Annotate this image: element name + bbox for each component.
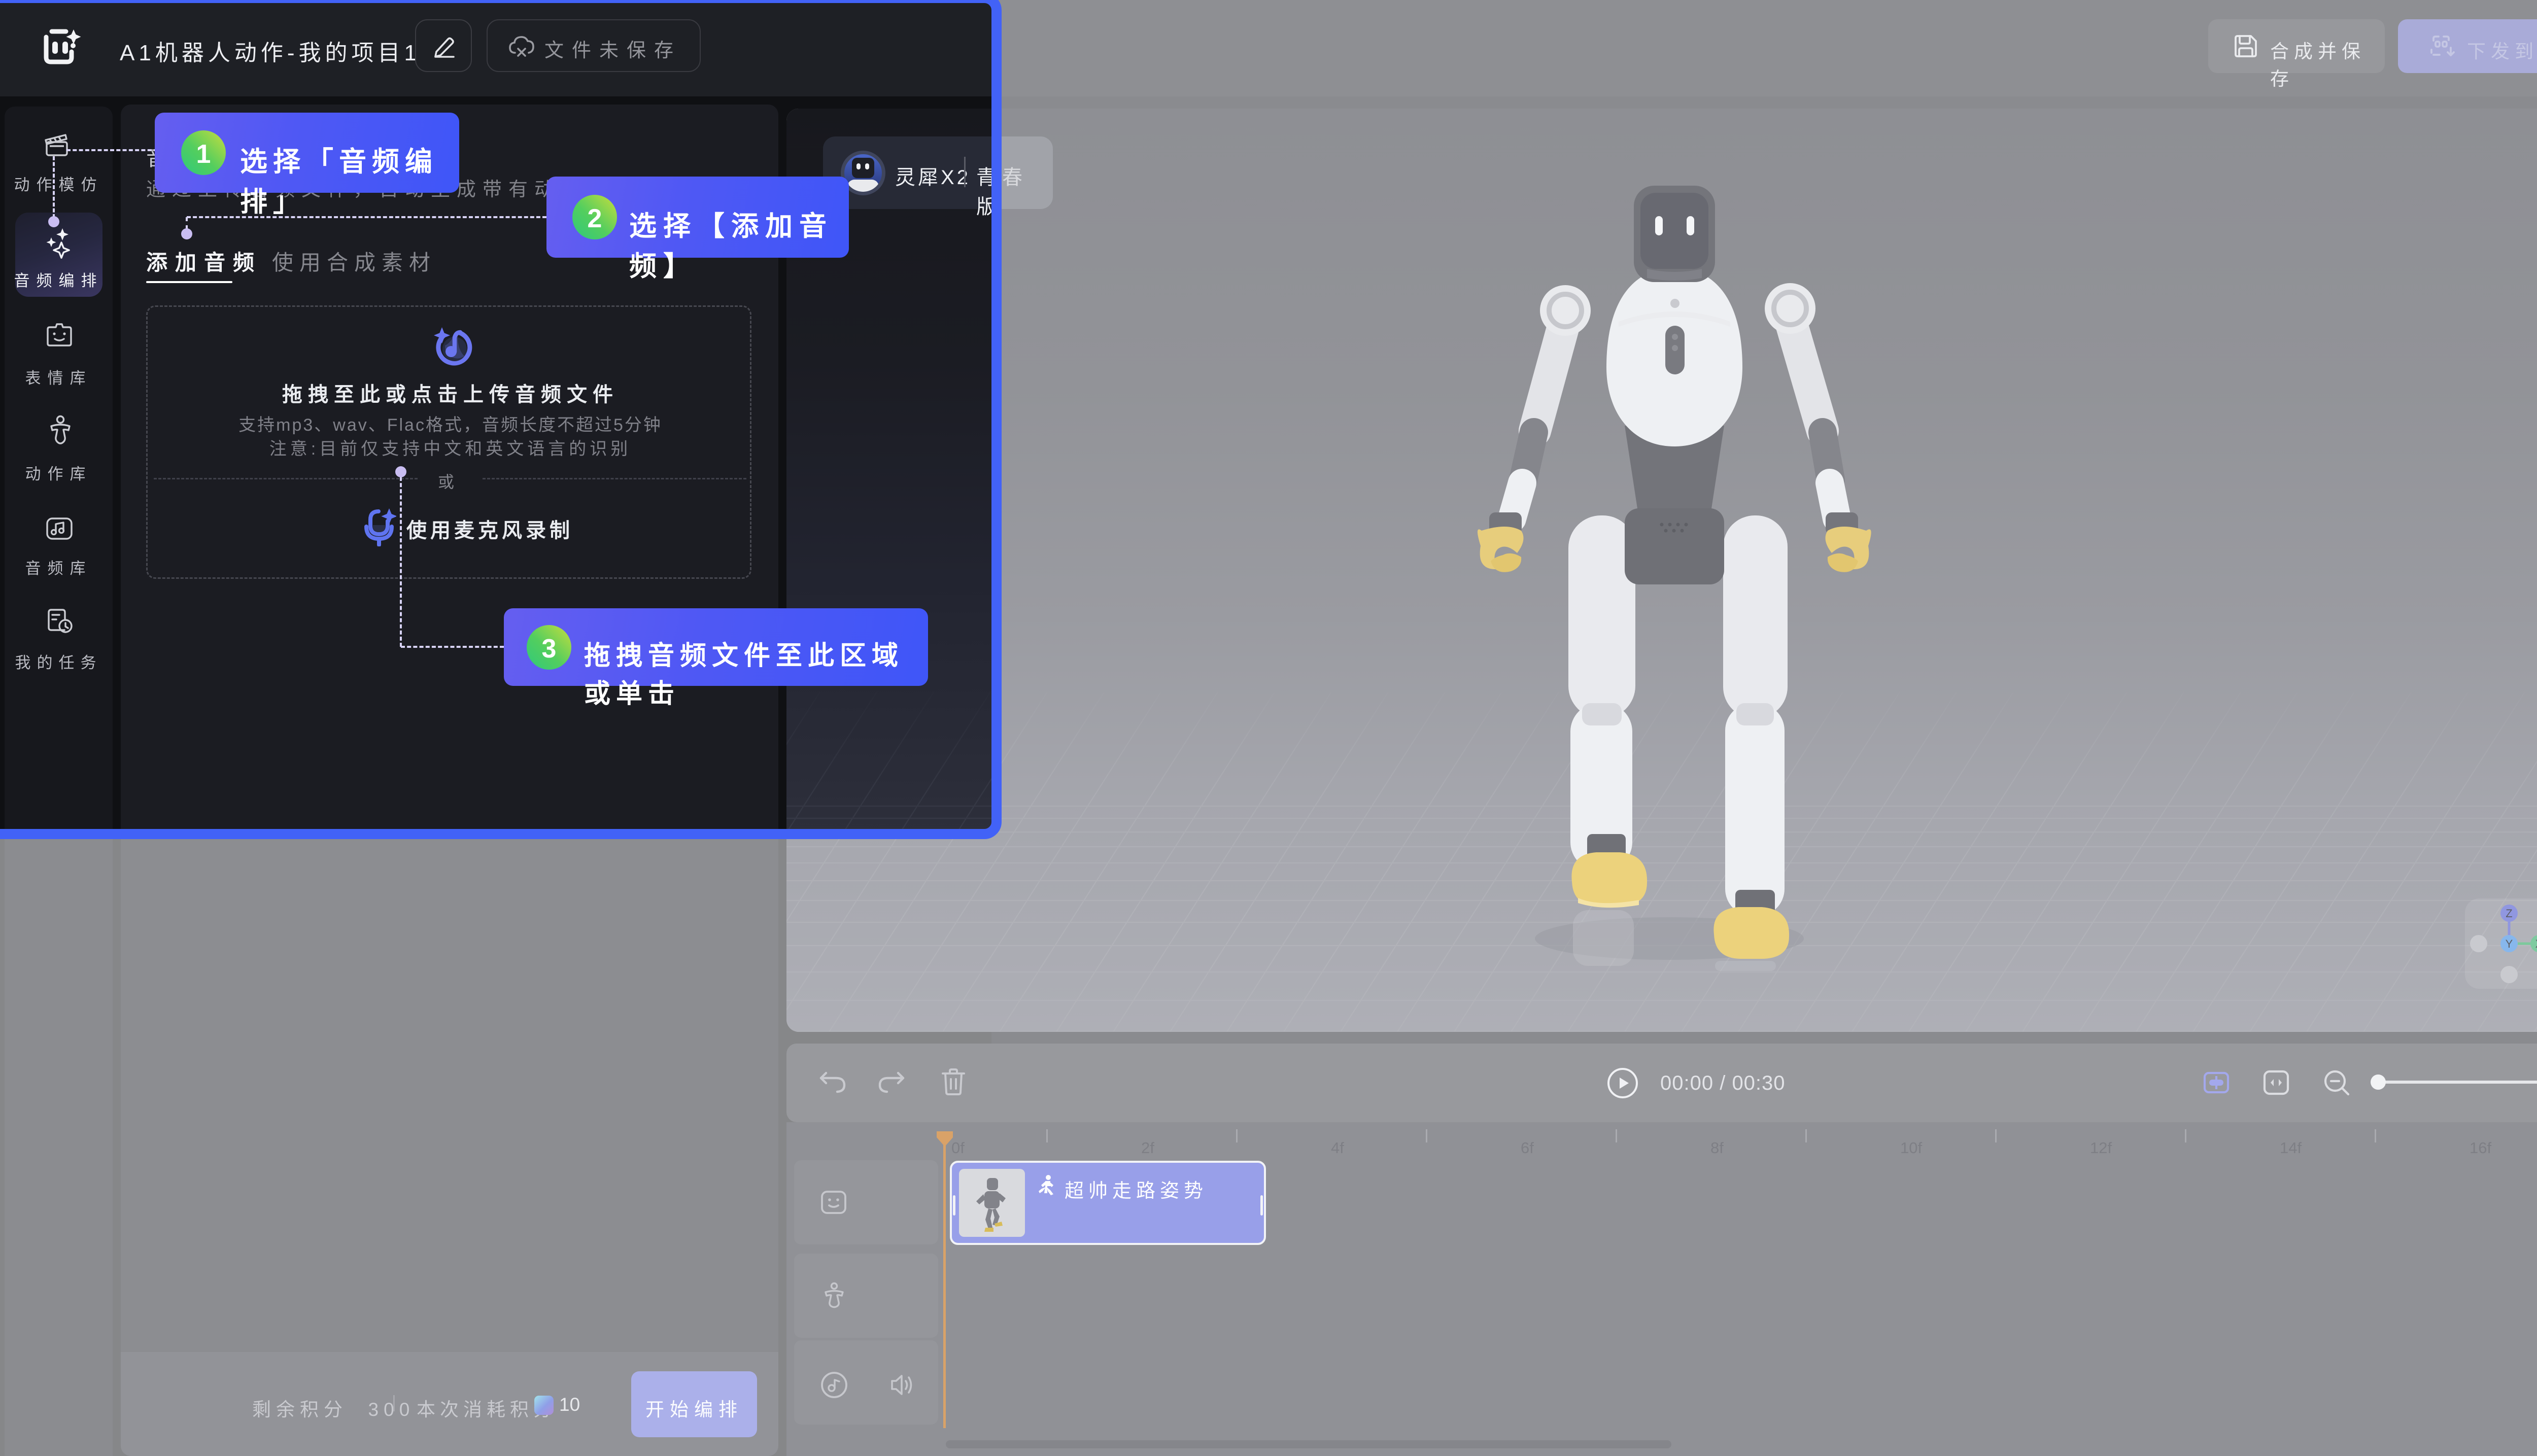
svg-text:Z: Z (2506, 907, 2512, 920)
svg-text:Y: Y (2506, 938, 2513, 950)
svg-text:X: X (2535, 938, 2537, 950)
